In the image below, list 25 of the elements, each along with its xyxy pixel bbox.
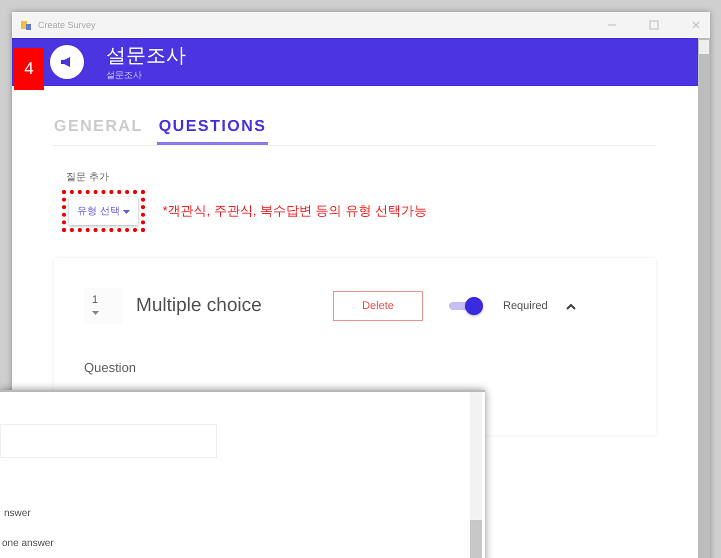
window-title: Create Survey (38, 20, 97, 30)
header-title: 설문조사 (106, 44, 186, 69)
scrollbar[interactable] (698, 38, 710, 558)
required-label: Required (503, 300, 548, 312)
megaphone-icon (50, 45, 84, 79)
number-dropdown[interactable]: 1 (84, 288, 122, 324)
close-icon[interactable] (690, 19, 702, 31)
type-dropdown[interactable]: 유형 선택 (69, 197, 138, 225)
delete-button[interactable]: Delete (333, 291, 423, 321)
step-badge: 4 (14, 48, 44, 90)
header-subtitle: 설문조사 (106, 69, 143, 82)
question-type: Multiple choice (136, 295, 263, 317)
caret-icon (92, 311, 99, 315)
chevron-up-icon[interactable] (566, 302, 576, 310)
caret-icon (122, 210, 130, 214)
question-field-label: Question (84, 360, 138, 375)
scrollbar[interactable] (470, 392, 482, 558)
app-icon (20, 19, 32, 31)
required-toggle[interactable] (449, 297, 485, 315)
add-question-label: 질문 추가 (66, 171, 110, 184)
option-label: nswer (4, 508, 31, 519)
maximize-icon[interactable] (648, 19, 660, 31)
option-label: one answer (2, 538, 54, 549)
annotation-note: *객관식, 주관식, 복수답변 등의 유형 선택가능 (162, 202, 427, 220)
tab[interactable]: QUESTIONS (156, 112, 268, 145)
